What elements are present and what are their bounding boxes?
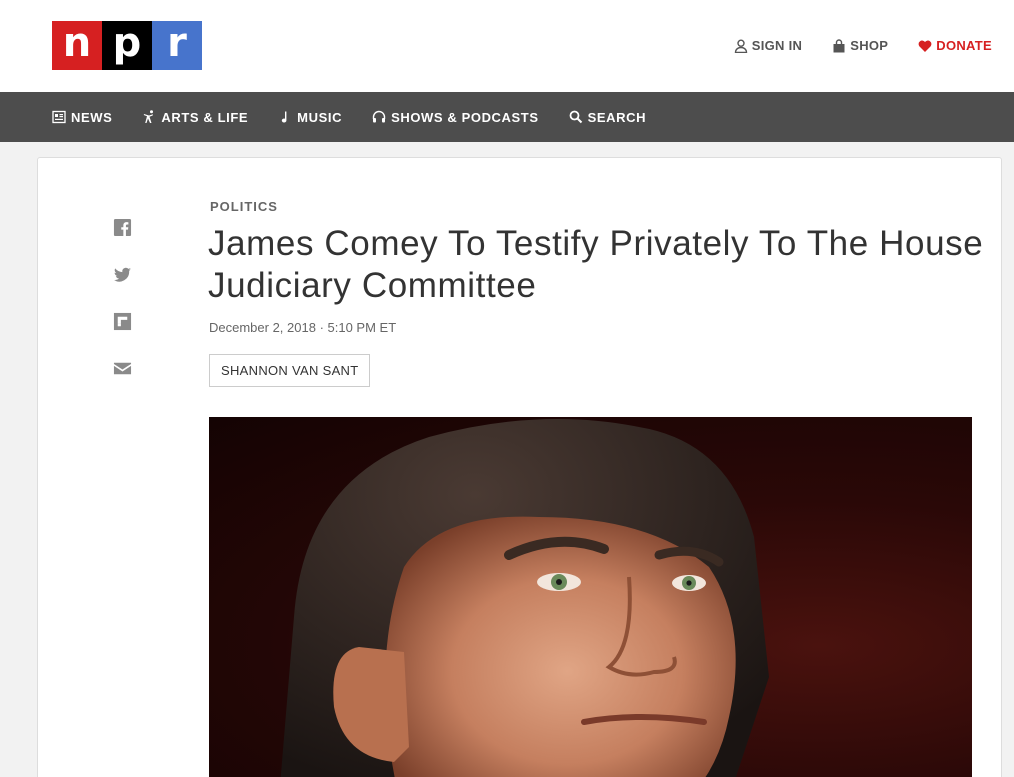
heart-icon	[918, 40, 932, 52]
flipboard-icon	[113, 312, 132, 331]
author-byline[interactable]: SHANNON VAN SANT	[209, 354, 371, 387]
lead-photo	[209, 417, 972, 777]
search-icon	[569, 110, 582, 124]
headphones-icon	[372, 110, 386, 123]
nav-item-music[interactable]: MUSIC	[278, 110, 342, 125]
dancer-icon	[144, 110, 154, 123]
logo-letter-r: r	[152, 21, 202, 70]
main-nav: NEWS ARTS & LIFE MUSIC SHOWS & PODCASTS …	[0, 92, 1014, 142]
shop-link[interactable]: SHOP	[832, 38, 888, 53]
nav-label-shows-podcasts: SHOWS & PODCASTS	[391, 109, 539, 125]
site-header: n p r SIGN IN SHOP DONATE	[0, 0, 1014, 92]
newspaper-icon	[52, 110, 66, 124]
share-facebook-button[interactable]	[113, 218, 133, 237]
nav-item-news[interactable]: NEWS	[52, 110, 112, 125]
nav-label-news: NEWS	[71, 109, 113, 125]
article-dateline: December 2, 2018 · 5:10 PM ET	[209, 320, 397, 335]
nav-label-search: SEARCH	[587, 109, 647, 125]
nav-label-music: MUSIC	[297, 109, 343, 125]
logo-letter-p: p	[102, 21, 152, 70]
facebook-icon	[113, 218, 132, 237]
nav-item-search[interactable]: SEARCH	[569, 110, 647, 125]
user-icon	[734, 38, 747, 53]
article-card: POLITICS James Comey To Testify Privatel…	[37, 157, 1002, 777]
donate-link[interactable]: DONATE	[918, 38, 992, 53]
share-tools	[113, 218, 133, 378]
music-note-icon	[281, 111, 287, 123]
portrait-illustration	[280, 419, 769, 777]
nav-item-shows-podcasts[interactable]: SHOWS & PODCASTS	[372, 110, 539, 125]
twitter-icon	[113, 267, 132, 282]
share-twitter-button[interactable]	[113, 265, 133, 284]
sign-in-label: SIGN IN	[751, 38, 803, 53]
account-links: SIGN IN SHOP DONATE	[734, 38, 992, 53]
shop-label: SHOP	[850, 38, 889, 53]
npr-logo[interactable]: n p r	[52, 21, 202, 70]
share-email-button[interactable]	[113, 359, 133, 378]
sign-in-link[interactable]: SIGN IN	[734, 38, 803, 53]
article-headline: James Comey To Testify Privately To The …	[208, 224, 984, 305]
logo-letter-n: n	[52, 21, 102, 70]
share-flipboard-button[interactable]	[113, 312, 133, 331]
shopping-bag-icon	[833, 38, 845, 52]
nav-item-arts-life[interactable]: ARTS & LIFE	[142, 110, 248, 125]
nav-label-arts-life: ARTS & LIFE	[161, 109, 249, 125]
email-icon	[113, 362, 132, 375]
section-slug[interactable]: POLITICS	[210, 199, 278, 214]
donate-label: DONATE	[936, 38, 992, 53]
